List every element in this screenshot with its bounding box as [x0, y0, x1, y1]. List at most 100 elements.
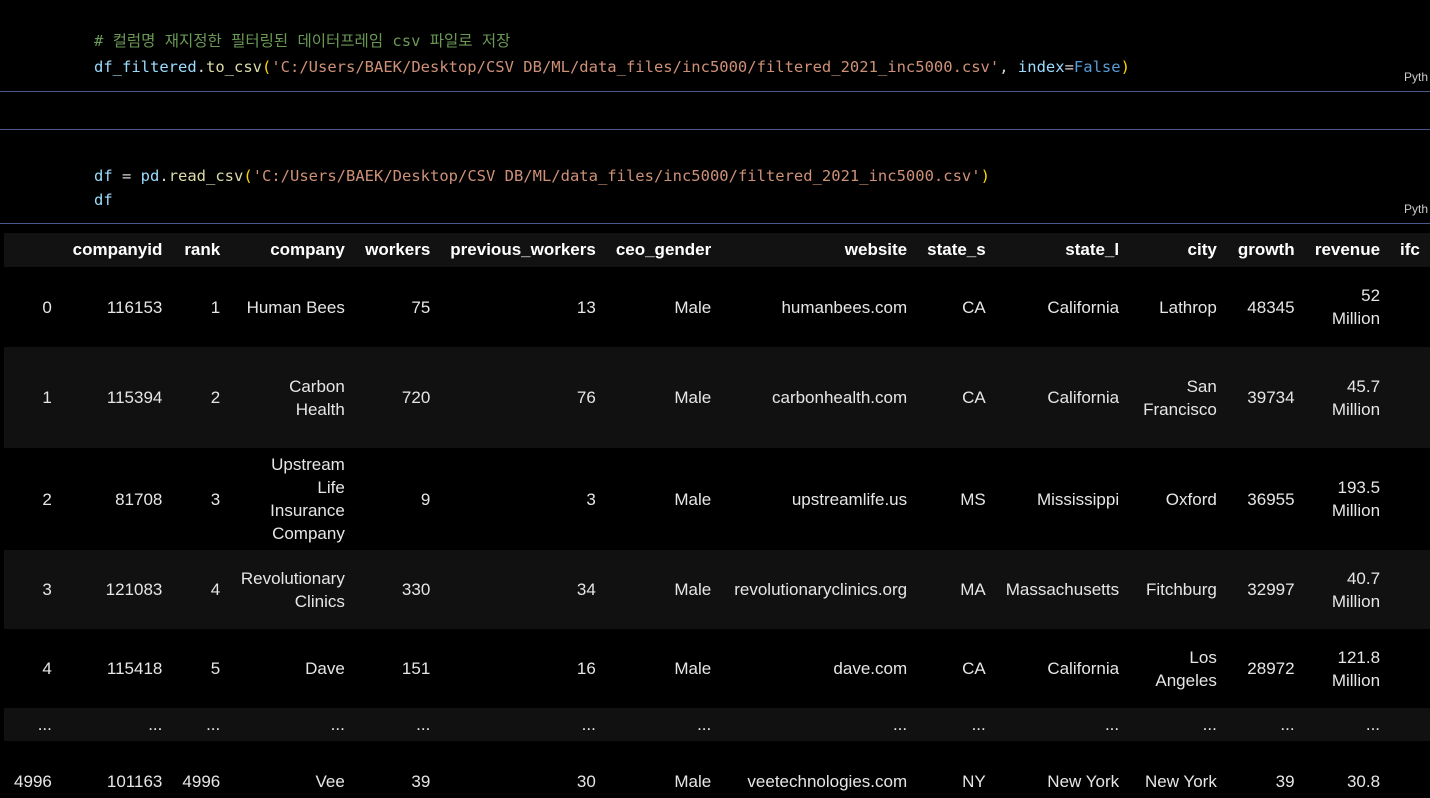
table-cell: Male	[674, 297, 712, 317]
table-cell: 13	[576, 297, 596, 317]
column-header-ceo_gender: ceo_gender	[605, 233, 722, 267]
table-cell: Fitchburg	[1145, 580, 1217, 599]
code-cell-read-csv[interactable]: df = pd.read_csv('C:/Users/BAEK/Desktop/…	[0, 130, 1430, 222]
table-cell: upstreamlife.us	[791, 489, 908, 509]
table-row: 4996 101163 4996 Vee 39 30 Male veetechnologies…	[4, 741, 1430, 798]
code-line-df: df	[38, 170, 113, 230]
table-cell: veetechnologies.com	[747, 771, 908, 791]
table-cell: CA	[962, 388, 986, 407]
table-cell: humanbees.com	[781, 297, 908, 317]
table-cell: 115418	[106, 659, 163, 678]
table-cell: Carbon Health	[289, 376, 345, 419]
table-cell: Los Angeles	[1155, 647, 1217, 690]
index-header	[4, 233, 62, 267]
code-token-equals: =	[1064, 58, 1074, 76]
table-cell: Male	[674, 771, 712, 791]
table-cell: 4	[210, 580, 221, 599]
table-row-ellipsis: .......................................	[4, 708, 1430, 741]
column-header-ifc: ifc	[1390, 233, 1430, 267]
table-cell: 720	[401, 388, 431, 407]
table-cell: ...	[1104, 715, 1120, 734]
column-header-rank: rank	[172, 233, 231, 267]
table-cell: Vee	[315, 771, 345, 791]
notebook-page: # 컬럼명 재지정한 필터링된 데이터프레임 csv 파일로 저장 df_fil…	[0, 0, 1430, 798]
cell-divider	[0, 91, 1430, 92]
table-cell: Mississippi	[1036, 489, 1120, 509]
cell-divider	[0, 223, 1430, 224]
table-cell: 101163	[106, 771, 163, 791]
table-cell: dave.com	[833, 659, 908, 678]
table-cell: MS	[960, 489, 986, 509]
table-cell: New York	[1145, 771, 1217, 791]
table-row: 1 115394 2 Carbon Health 720 76 Male carbonheal…	[4, 347, 1430, 448]
table-cell: ...	[697, 715, 712, 734]
table-body: 0 116153 1 Human Bees 75 13 Male humanbees.com C…	[4, 267, 1430, 798]
table-cell	[1390, 629, 1430, 708]
table-cell: 81708	[115, 489, 163, 509]
table-cell: 30.8	[1346, 771, 1381, 791]
table-cell: Dave	[305, 659, 345, 678]
table-cell: 121.8 Million	[1331, 647, 1381, 690]
table-cell: California	[1047, 388, 1120, 407]
table-cell: 193.5 Million	[1331, 478, 1381, 520]
row-index-cell: 0	[42, 297, 52, 317]
code-line-read-csv: df = pd.read_csv('C:/Users/BAEK/Desktop/…	[38, 146, 990, 206]
table-cell: 39	[1275, 771, 1295, 791]
code-token-false: False	[1073, 58, 1121, 76]
code-token-dot: .	[159, 167, 169, 185]
table-cell: ...	[892, 715, 908, 734]
column-header-city: city	[1129, 233, 1227, 267]
table-cell: California	[1047, 659, 1120, 678]
table-cell: San Francisco	[1143, 376, 1217, 419]
column-header-company: company	[230, 233, 355, 267]
code-token-path-string: 'C:/Users/BAEK/Desktop/CSV DB/ML/data_fi…	[271, 58, 1000, 76]
table-cell: CA	[962, 297, 986, 317]
column-header-growth: growth	[1226, 233, 1305, 267]
table-cell: CA	[962, 659, 986, 678]
column-header-state_s: state_s	[917, 233, 996, 267]
table-cell: 121083	[105, 580, 163, 599]
table-cell: ...	[581, 715, 596, 734]
table-cell: 76	[576, 388, 596, 407]
column-header-previous_workers: previous_workers	[440, 233, 606, 267]
table-cell: 116153	[106, 297, 163, 317]
code-token-kwarg: index	[1017, 58, 1065, 76]
table-cell	[1390, 708, 1430, 741]
code-token-object: df_filtered	[94, 58, 197, 76]
table-cell: carbonhealth.com	[771, 388, 908, 407]
table-cell: 28972	[1247, 659, 1295, 678]
code-token-var: df	[94, 191, 113, 209]
code-cell-save-csv[interactable]: # 컬럼명 재지정한 필터링된 데이터프레임 csv 파일로 저장 df_fil…	[0, 0, 1430, 90]
table-cell: 45.7 Million	[1331, 376, 1381, 419]
column-header-companyid: companyid	[61, 233, 173, 267]
code-token-dot: .	[196, 58, 206, 76]
table-cell: revolutionaryclinics.org	[734, 580, 908, 599]
cell-language-label[interactable]: Pyth	[1404, 70, 1428, 84]
table-cell: 151	[401, 659, 431, 678]
row-index-cell: 4996	[14, 771, 52, 791]
table-cell: ...	[971, 715, 986, 734]
code-token-assign: =	[112, 167, 141, 185]
table-cell: Male	[674, 580, 712, 599]
table-cell: 30	[576, 771, 596, 791]
row-index-cell: 4	[42, 659, 52, 678]
code-token-path-string: 'C:/Users/BAEK/Desktop/CSV DB/ML/data_fi…	[252, 167, 981, 185]
table-cell: 5	[210, 659, 221, 678]
table-row: 4 115418 5 Dave 151 16 Male dave.com CA Californi…	[4, 629, 1430, 708]
table-cell: 2	[210, 388, 221, 407]
column-header-workers: workers	[354, 233, 441, 267]
code-token-module: pd	[140, 167, 160, 185]
table-cell: 1	[210, 297, 221, 317]
row-index-cell: 1	[42, 388, 52, 407]
table-cell: 39	[411, 771, 431, 791]
dataframe-output[interactable]: companyid rank company workers previous_work…	[4, 233, 1430, 798]
table-cell: Massachusetts	[1005, 580, 1120, 599]
cell-language-label[interactable]: Pyth	[1404, 202, 1428, 216]
table-cell: Male	[674, 489, 712, 509]
table-cell: 9	[420, 489, 431, 509]
table-cell: MA	[960, 580, 986, 599]
column-header-revenue: revenue	[1304, 233, 1391, 267]
table-cell: NY	[962, 771, 986, 791]
table-cell	[1390, 550, 1430, 629]
code-token-method: to_csv	[206, 58, 262, 76]
